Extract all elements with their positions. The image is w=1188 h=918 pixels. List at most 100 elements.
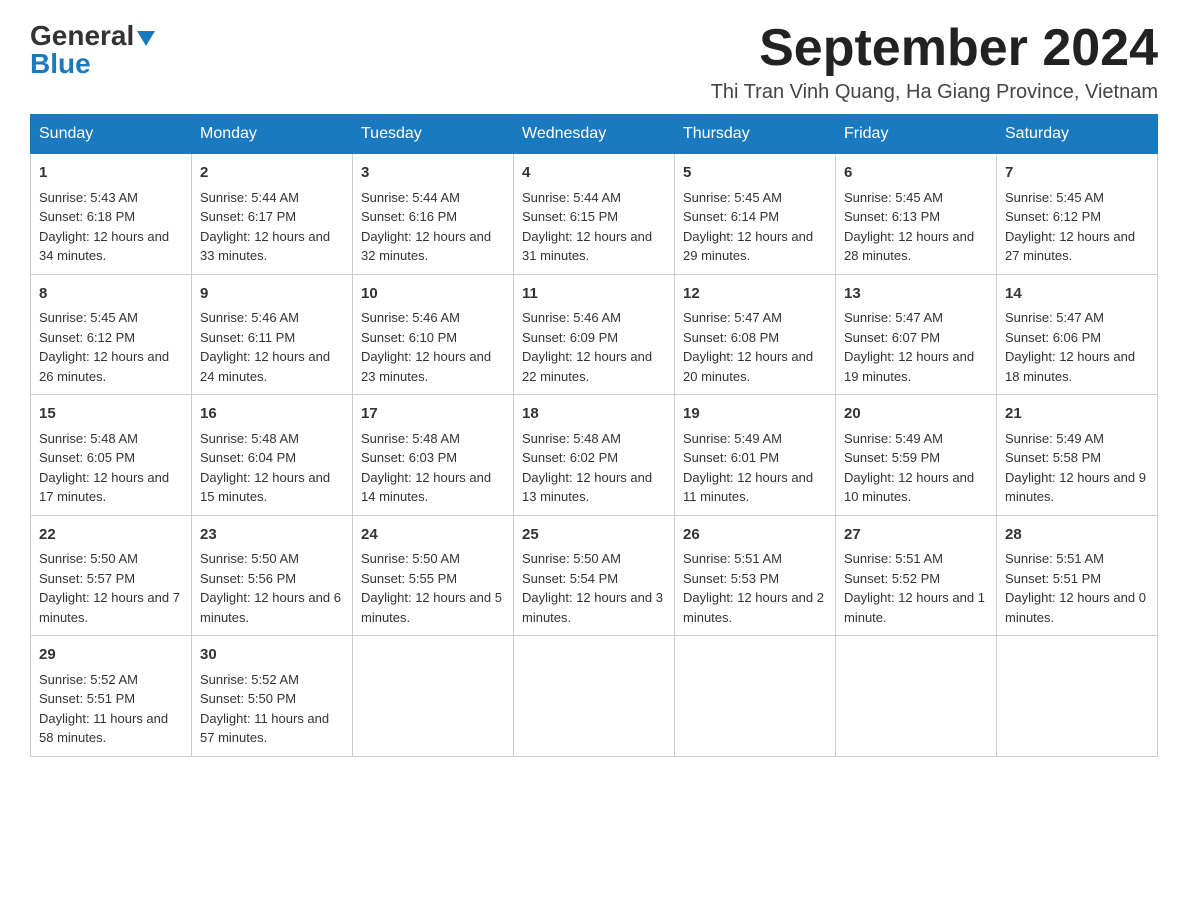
sunset-text: Sunset: 6:05 PM [39, 450, 135, 465]
location-subtitle: Thi Tran Vinh Quang, Ha Giang Province, … [711, 81, 1158, 104]
sunrise-text: Sunrise: 5:46 AM [522, 310, 621, 325]
day-number: 16 [200, 403, 344, 426]
daylight-text: Daylight: 11 hours and 58 minutes. [39, 711, 168, 746]
sunset-text: Sunset: 6:11 PM [200, 330, 295, 345]
sunset-text: Sunset: 6:16 PM [361, 209, 457, 224]
day-number: 12 [683, 283, 827, 306]
sunset-text: Sunset: 5:59 PM [844, 450, 940, 465]
day-number: 4 [522, 162, 666, 185]
calendar-week-row: 8Sunrise: 5:45 AMSunset: 6:12 PMDaylight… [31, 274, 1158, 395]
day-number: 11 [522, 283, 666, 306]
sunset-text: Sunset: 6:02 PM [522, 450, 618, 465]
sunrise-text: Sunrise: 5:50 AM [200, 551, 299, 566]
day-number: 10 [361, 283, 505, 306]
sunset-text: Sunset: 6:06 PM [1005, 330, 1101, 345]
sunrise-text: Sunrise: 5:47 AM [1005, 310, 1104, 325]
daylight-text: Daylight: 12 hours and 34 minutes. [39, 229, 169, 264]
daylight-text: Daylight: 12 hours and 3 minutes. [522, 590, 663, 625]
calendar-day-cell: 13Sunrise: 5:47 AMSunset: 6:07 PMDayligh… [836, 274, 997, 395]
day-number: 14 [1005, 283, 1149, 306]
calendar-header-row: SundayMondayTuesdayWednesdayThursdayFrid… [31, 115, 1158, 154]
calendar-day-cell: 22Sunrise: 5:50 AMSunset: 5:57 PMDayligh… [31, 515, 192, 636]
calendar-day-cell: 23Sunrise: 5:50 AMSunset: 5:56 PMDayligh… [192, 515, 353, 636]
calendar-day-cell: 4Sunrise: 5:44 AMSunset: 6:15 PMDaylight… [514, 154, 675, 275]
daylight-text: Daylight: 12 hours and 31 minutes. [522, 229, 652, 264]
calendar-day-cell: 28 Sunrise: 5:51 AM Sunset: 5:51 PM Dayligh… [997, 515, 1158, 636]
calendar-week-row: 29Sunrise: 5:52 AMSunset: 5:51 PMDayligh… [31, 636, 1158, 757]
sunset-text: Sunset: 6:09 PM [522, 330, 618, 345]
day-number: 17 [361, 403, 505, 426]
daylight-text: Daylight: 12 hours and 6 minutes. [200, 590, 341, 625]
daylight-text: Daylight: 12 hours and 0 minutes. [1005, 590, 1146, 625]
sunrise-text: Sunrise: 5:48 AM [200, 431, 299, 446]
calendar-day-cell: 14Sunrise: 5:47 AMSunset: 6:06 PMDayligh… [997, 274, 1158, 395]
sunrise-text: Sunrise: 5:50 AM [361, 551, 460, 566]
daylight-text: Daylight: 12 hours and 5 minutes. [361, 590, 502, 625]
calendar-day-cell: 10Sunrise: 5:46 AMSunset: 6:10 PMDayligh… [353, 274, 514, 395]
daylight-text: Daylight: 12 hours and 1 minute. [844, 590, 985, 625]
sunset-text: Sunset: 5:51 PM [1005, 571, 1101, 586]
sunset-text: Sunset: 6:14 PM [683, 209, 779, 224]
day-number: 13 [844, 283, 988, 306]
daylight-text: Daylight: 12 hours and 22 minutes. [522, 349, 652, 384]
daylight-text: Daylight: 12 hours and 26 minutes. [39, 349, 169, 384]
calendar-day-cell: 21Sunrise: 5:49 AMSunset: 5:58 PMDayligh… [997, 395, 1158, 516]
sunrise-text: Sunrise: 5:46 AM [361, 310, 460, 325]
day-number: 15 [39, 403, 183, 426]
sunrise-text: Sunrise: 5:51 AM [844, 551, 943, 566]
day-number: 23 [200, 524, 344, 547]
day-number: 7 [1005, 162, 1149, 185]
daylight-text: Daylight: 12 hours and 17 minutes. [39, 470, 169, 505]
day-number: 18 [522, 403, 666, 426]
calendar-week-row: 1Sunrise: 5:43 AMSunset: 6:18 PMDaylight… [31, 154, 1158, 275]
calendar-day-cell: 9Sunrise: 5:46 AMSunset: 6:11 PMDaylight… [192, 274, 353, 395]
sunrise-text: Sunrise: 5:50 AM [522, 551, 621, 566]
calendar-day-cell: 26Sunrise: 5:51 AMSunset: 5:53 PMDayligh… [675, 515, 836, 636]
daylight-text: Daylight: 12 hours and 33 minutes. [200, 229, 330, 264]
calendar-day-cell: 29Sunrise: 5:52 AMSunset: 5:51 PMDayligh… [31, 636, 192, 757]
calendar-day-cell: 5Sunrise: 5:45 AMSunset: 6:14 PMDaylight… [675, 154, 836, 275]
daylight-text: Daylight: 12 hours and 24 minutes. [200, 349, 330, 384]
sunset-text: Sunset: 5:51 PM [39, 691, 135, 706]
sunrise-text: Sunrise: 5:47 AM [683, 310, 782, 325]
calendar-day-cell: 19Sunrise: 5:49 AMSunset: 6:01 PMDayligh… [675, 395, 836, 516]
day-number: 25 [522, 524, 666, 547]
calendar-header-sunday: Sunday [31, 115, 192, 154]
sunset-text: Sunset: 6:10 PM [361, 330, 457, 345]
day-number: 2 [200, 162, 344, 185]
day-number: 29 [39, 644, 183, 667]
sunset-text: Sunset: 6:03 PM [361, 450, 457, 465]
sunrise-text: Sunrise: 5:51 AM [1005, 551, 1104, 566]
sunset-text: Sunset: 5:52 PM [844, 571, 940, 586]
day-number: 21 [1005, 403, 1149, 426]
calendar-header-tuesday: Tuesday [353, 115, 514, 154]
calendar-day-cell [514, 636, 675, 757]
daylight-text: Daylight: 12 hours and 2 minutes. [683, 590, 824, 625]
daylight-text: Daylight: 11 hours and 57 minutes. [200, 711, 329, 746]
day-number: 20 [844, 403, 988, 426]
sunset-text: Sunset: 6:08 PM [683, 330, 779, 345]
daylight-text: Daylight: 12 hours and 28 minutes. [844, 229, 974, 264]
day-number: 30 [200, 644, 344, 667]
daylight-text: Daylight: 12 hours and 19 minutes. [844, 349, 974, 384]
day-number: 6 [844, 162, 988, 185]
daylight-text: Daylight: 12 hours and 32 minutes. [361, 229, 491, 264]
day-number: 24 [361, 524, 505, 547]
sunset-text: Sunset: 6:04 PM [200, 450, 296, 465]
calendar-day-cell: 11 Sunrise: 5:46 AM Sunset: 6:09 PM Dayligh… [514, 274, 675, 395]
day-number: 26 [683, 524, 827, 547]
sunset-text: Sunset: 6:17 PM [200, 209, 296, 224]
sunrise-text: Sunrise: 5:44 AM [200, 190, 299, 205]
calendar-day-cell [353, 636, 514, 757]
calendar-day-cell: 18 Sunrise: 5:48 AM Sunset: 6:02 PM Dayligh… [514, 395, 675, 516]
calendar-day-cell: 20Sunrise: 5:49 AMSunset: 5:59 PMDayligh… [836, 395, 997, 516]
day-number: 3 [361, 162, 505, 185]
day-number: 28 [1005, 524, 1149, 547]
sunrise-text: Sunrise: 5:48 AM [522, 431, 621, 446]
daylight-text: Daylight: 12 hours and 27 minutes. [1005, 229, 1135, 264]
sunset-text: Sunset: 5:58 PM [1005, 450, 1101, 465]
sunrise-text: Sunrise: 5:45 AM [683, 190, 782, 205]
daylight-text: Daylight: 12 hours and 13 minutes. [522, 470, 652, 505]
sunrise-text: Sunrise: 5:45 AM [844, 190, 943, 205]
sunset-text: Sunset: 5:53 PM [683, 571, 779, 586]
